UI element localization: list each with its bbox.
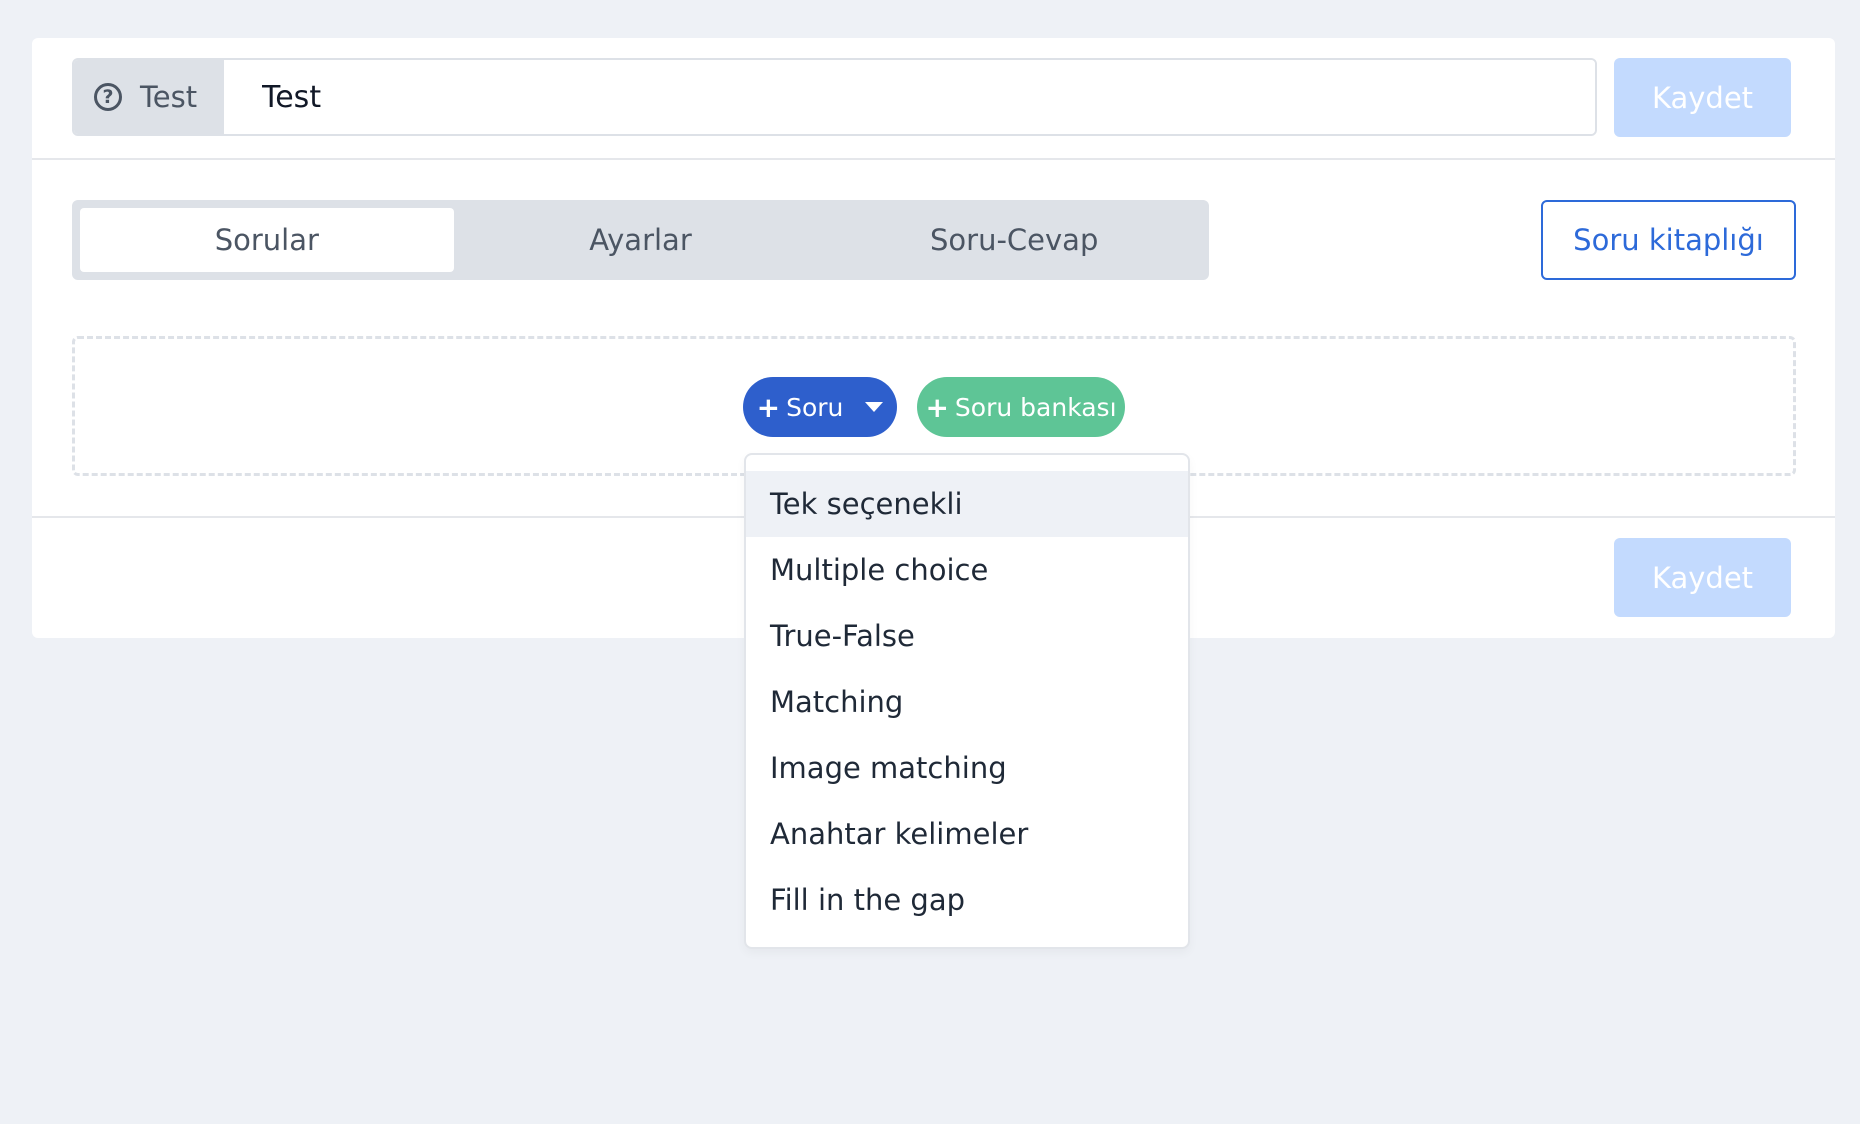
tab-ayarlar[interactable]: Ayarlar <box>454 208 828 272</box>
plus-icon: + <box>756 390 781 424</box>
save-button-top[interactable]: Kaydet <box>1614 58 1791 137</box>
title-prefix-label: Test <box>140 80 198 114</box>
menu-item-true-false[interactable]: True-False <box>746 603 1188 669</box>
divider <box>32 158 1835 160</box>
title-bar: ? Test <box>72 58 1597 136</box>
question-type-menu: Tek seçenekli Multiple choice True-False… <box>744 453 1190 949</box>
tab-soru-cevap[interactable]: Soru-Cevap <box>827 208 1201 272</box>
title-input[interactable] <box>224 60 1595 134</box>
caret-down-icon <box>865 402 884 412</box>
menu-item-multiple-choice[interactable]: Multiple choice <box>746 537 1188 603</box>
menu-item-tek-secenekli[interactable]: Tek seçenekli <box>746 471 1188 537</box>
add-question-label: Soru <box>786 392 844 422</box>
question-library-button[interactable]: Soru kitaplığı <box>1541 200 1796 280</box>
question-bank-button[interactable]: + Soru bankası <box>917 377 1125 437</box>
tab-sorular[interactable]: Sorular <box>80 208 454 272</box>
question-circle-icon: ? <box>94 83 122 111</box>
menu-item-matching[interactable]: Matching <box>746 669 1188 735</box>
menu-item-image-matching[interactable]: Image matching <box>746 735 1188 801</box>
tab-bar: Sorular Ayarlar Soru-Cevap <box>72 200 1209 280</box>
title-prefix: ? Test <box>74 60 224 134</box>
save-button-bottom[interactable]: Kaydet <box>1614 538 1791 617</box>
plus-icon: + <box>925 390 949 424</box>
menu-item-anahtar-kelimeler[interactable]: Anahtar kelimeler <box>746 801 1188 867</box>
add-question-button[interactable]: + Soru <box>743 377 897 437</box>
menu-item-fill-in-the-gap[interactable]: Fill in the gap <box>746 867 1188 933</box>
question-bank-label: Soru bankası <box>954 392 1117 422</box>
